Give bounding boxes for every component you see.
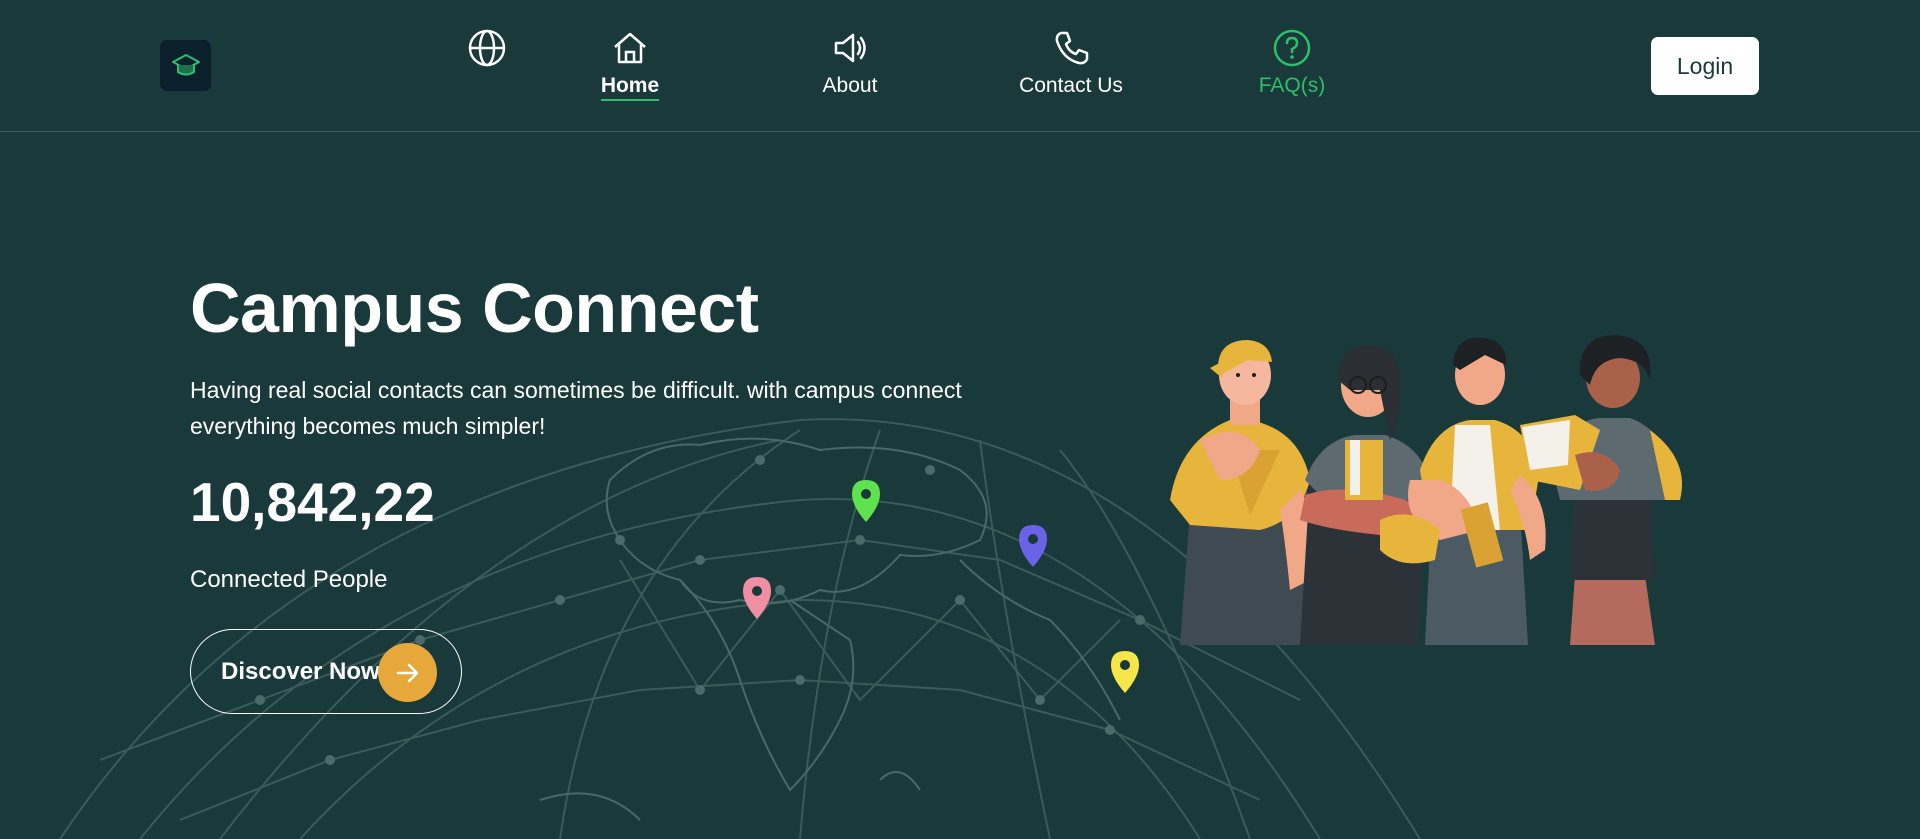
megaphone-icon bbox=[834, 33, 866, 63]
nav-faq[interactable]: FAQ(s) bbox=[1252, 28, 1332, 98]
map-pin-yellow bbox=[1111, 651, 1139, 693]
discover-now-label: Discover Now bbox=[221, 657, 380, 685]
nav-contact-label: Contact Us bbox=[1019, 74, 1123, 97]
map-pin-pink bbox=[743, 577, 771, 619]
logo[interactable] bbox=[160, 40, 211, 91]
nav-faq-label: FAQ(s) bbox=[1258, 74, 1326, 97]
nav-home-label: Home bbox=[600, 74, 660, 101]
students-illustration bbox=[1170, 335, 1682, 645]
hero-title: Campus Connect bbox=[190, 269, 759, 347]
hero-description: Having real social contacts can sometime… bbox=[190, 377, 962, 439]
connected-count-label: Connected People bbox=[190, 566, 388, 593]
map-pin-green bbox=[852, 480, 880, 522]
nav-about[interactable]: About bbox=[800, 28, 900, 98]
student-1 bbox=[1170, 340, 1325, 645]
login-button[interactable]: Login bbox=[1651, 37, 1759, 95]
nav-about-label: About bbox=[822, 74, 878, 97]
student-4 bbox=[1520, 335, 1682, 645]
nav-contact-us[interactable]: Contact Us bbox=[1010, 28, 1132, 98]
discover-now-button[interactable]: Discover Now bbox=[190, 629, 462, 714]
navbar: Home About Contact Us FAQ(s) Login bbox=[0, 0, 1920, 132]
globe-icon[interactable] bbox=[467, 28, 507, 68]
phone-icon bbox=[1055, 31, 1089, 65]
nav-home[interactable]: Home bbox=[590, 28, 670, 101]
graduation-cap-icon bbox=[171, 53, 200, 75]
arrow-right-icon bbox=[378, 643, 437, 702]
connected-count: 10,842,22 bbox=[190, 471, 435, 533]
home-icon bbox=[614, 32, 646, 64]
question-circle-icon bbox=[1273, 29, 1311, 67]
map-pin-blue bbox=[1019, 525, 1047, 567]
